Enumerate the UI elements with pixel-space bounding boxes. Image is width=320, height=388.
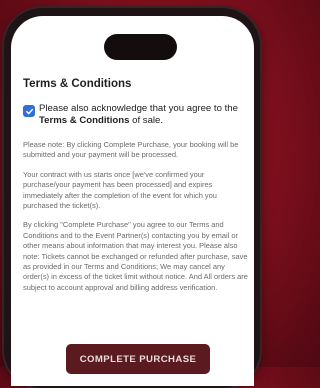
phone-notch [104, 34, 177, 60]
contract-note: Your contract with us starts once [we've… [23, 169, 217, 211]
terms-modal: Terms & Conditions Please also acknowled… [23, 78, 249, 302]
checkmark-icon [25, 108, 33, 114]
complete-purchase-button[interactable]: COMPLETE PURCHASE [66, 344, 210, 374]
purchase-note: Please note: By clicking Complete Purcha… [23, 140, 239, 160]
terms-note: By clicking "Complete Purchase" you agre… [23, 220, 248, 292]
phone-frame: Terms & Conditions Please also acknowled… [4, 8, 260, 388]
acknowledge-row[interactable]: Please also acknowledge that you agree t… [23, 103, 249, 127]
button-bar: COMPLETE PURCHASE [11, 334, 254, 386]
acknowledge-checkbox[interactable] [23, 105, 35, 117]
terms-link[interactable]: Terms & Conditions [39, 115, 129, 126]
acknowledge-label: Please also acknowledge that you agree t… [39, 103, 238, 126]
modal-title: Terms & Conditions [23, 78, 132, 90]
phone-screen: Terms & Conditions Please also acknowled… [11, 16, 254, 386]
